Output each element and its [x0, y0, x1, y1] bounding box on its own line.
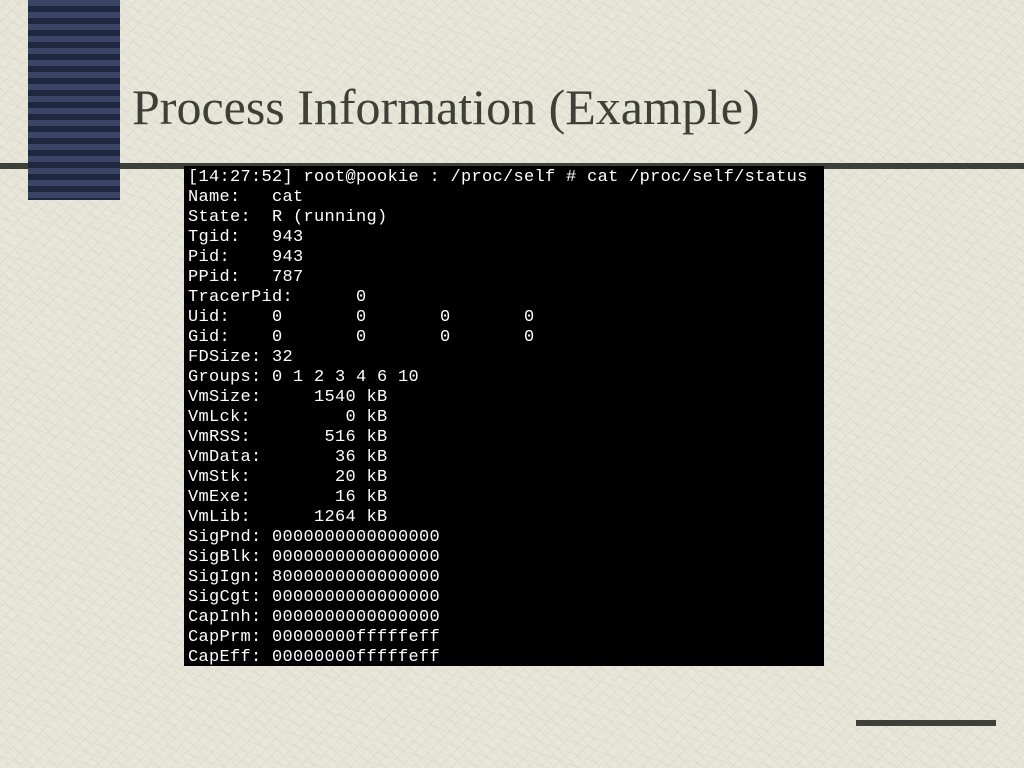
- terminal-body: Name: cat State: R (running) Tgid: 943 P…: [188, 188, 535, 667]
- terminal-output: [14:27:52] root@pookie : /proc/self # ca…: [184, 166, 824, 666]
- slide-title: Process Information (Example): [132, 78, 760, 136]
- slide-bottom-accent: [856, 720, 996, 726]
- slide-decor-square: [28, 0, 120, 200]
- terminal-prompt: [14:27:52] root@pookie : /proc/self # ca…: [188, 168, 808, 187]
